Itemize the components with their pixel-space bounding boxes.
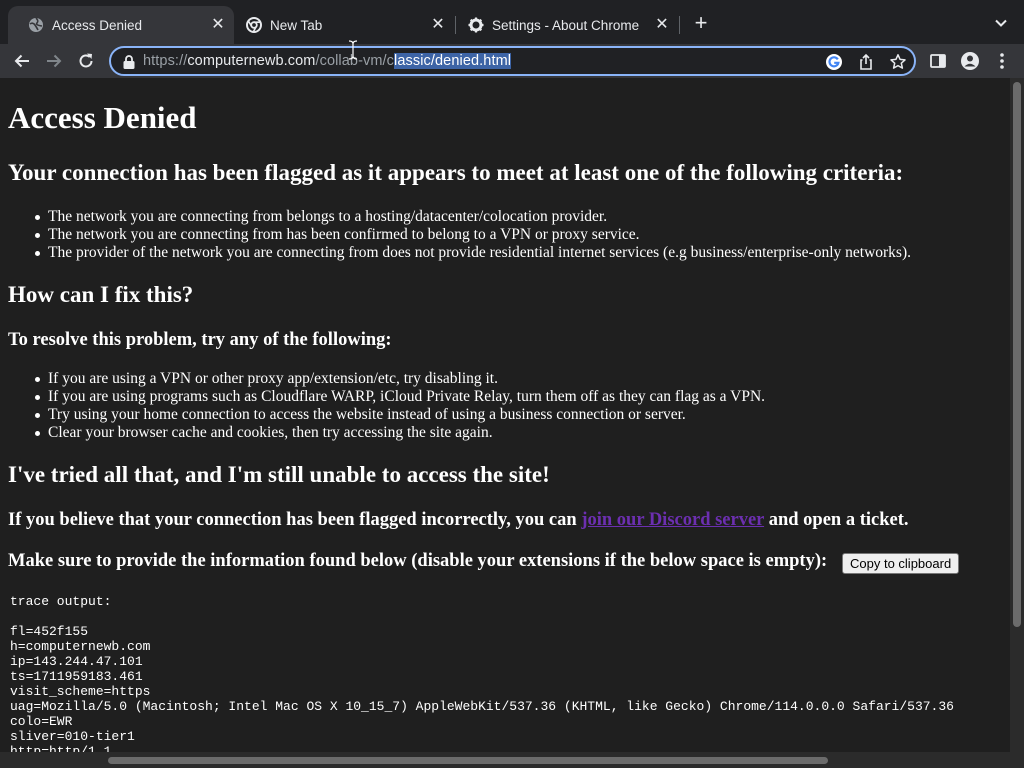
globe-icon (29, 17, 43, 32)
flagged-incorrectly-text: If you believe that your connection has … (8, 510, 909, 531)
list-item: The network you are connecting from belo… (35, 208, 911, 226)
still-unable-heading: I've tried all that, and I'm still unabl… (8, 462, 550, 487)
close-tab-icon[interactable]: ✕ (654, 17, 670, 33)
list-item: The network you are connecting from has … (35, 226, 911, 244)
tab-title: New Tab (270, 17, 323, 33)
google-lens-icon[interactable] (825, 53, 843, 71)
kebab-menu-icon[interactable] (992, 51, 1012, 71)
page-content: Access Denied Your connection has been f… (0, 78, 1010, 752)
resolve-heading: To resolve this problem, try any of the … (8, 330, 392, 350)
trace-output: trace output: fl=452f155 h=computernewb.… (10, 594, 954, 752)
back-arrow-icon[interactable] (12, 51, 32, 71)
side-panel-icon[interactable] (928, 51, 948, 71)
list-item: Clear your browser cache and cookies, th… (34, 424, 765, 442)
url-selection: lassic/denied.html (394, 53, 512, 69)
chrome-icon (246, 17, 262, 33)
profile-avatar-icon[interactable] (960, 51, 980, 71)
tab-title: Access Denied (52, 17, 143, 33)
incorrect-suffix: and open a ticket. (764, 510, 909, 530)
incorrect-prefix: If you believe that your connection has … (8, 510, 582, 530)
tab-settings[interactable]: Settings - About Chrome ✕ (448, 6, 678, 44)
lock-icon[interactable] (122, 54, 136, 70)
horizontal-scrollbar[interactable] (0, 752, 1024, 768)
url-text[interactable]: https://computernewb.com/collab-vm/class… (143, 53, 512, 69)
fix-heading: How can I fix this? (8, 282, 194, 307)
provide-info-text: Make sure to provide the information fou… (8, 551, 828, 571)
new-tab-plus-icon[interactable]: + (690, 12, 712, 34)
reload-icon[interactable] (76, 51, 96, 71)
vertical-scrollbar[interactable] (1010, 78, 1024, 752)
list-item: The provider of the network you are conn… (35, 244, 911, 261)
discord-link[interactable]: join our Discord server (581, 510, 764, 530)
criteria-list: The network you are connecting from belo… (35, 208, 911, 262)
page-title: Access Denied (8, 100, 197, 135)
flagged-heading: Your connection has been flagged as it a… (8, 160, 904, 185)
gear-icon (468, 17, 484, 33)
tab-access-denied[interactable]: Access Denied ✕ (8, 6, 234, 44)
share-icon[interactable] (857, 53, 875, 71)
tab-new-tab[interactable]: New Tab ✕ (226, 6, 454, 44)
vertical-scroll-thumb[interactable] (1013, 82, 1021, 627)
chevron-down-icon[interactable] (992, 14, 1010, 32)
close-tab-icon[interactable]: ✕ (430, 17, 446, 33)
close-tab-icon[interactable]: ✕ (210, 17, 226, 33)
copy-to-clipboard-button[interactable]: Copy to clipboard (842, 553, 960, 574)
list-item: If you are using programs such as Cloudf… (34, 388, 766, 405)
browser-toolbar: https://computernewb.com/collab-vm/class… (0, 44, 1024, 78)
list-item: Try using your home connection to access… (34, 406, 765, 424)
url-scheme: https:// (143, 53, 188, 69)
fixes-list: If you are using a VPN or other proxy ap… (34, 370, 766, 442)
horizontal-scroll-thumb[interactable] (108, 757, 828, 764)
tab-title: Settings - About Chrome (492, 17, 640, 33)
text-cursor-icon (348, 40, 358, 60)
list-item: If you are using a VPN or other proxy ap… (34, 370, 765, 388)
url-host: computernewb.com (187, 53, 316, 69)
forward-arrow-icon[interactable] (44, 51, 64, 71)
tab-strip: Access Denied ✕ New Tab ✕ Settings - Abo… (0, 0, 1024, 44)
bookmark-star-icon[interactable] (889, 53, 907, 71)
tab-divider (679, 16, 680, 34)
address-bar[interactable]: https://computernewb.com/collab-vm/class… (109, 46, 916, 76)
